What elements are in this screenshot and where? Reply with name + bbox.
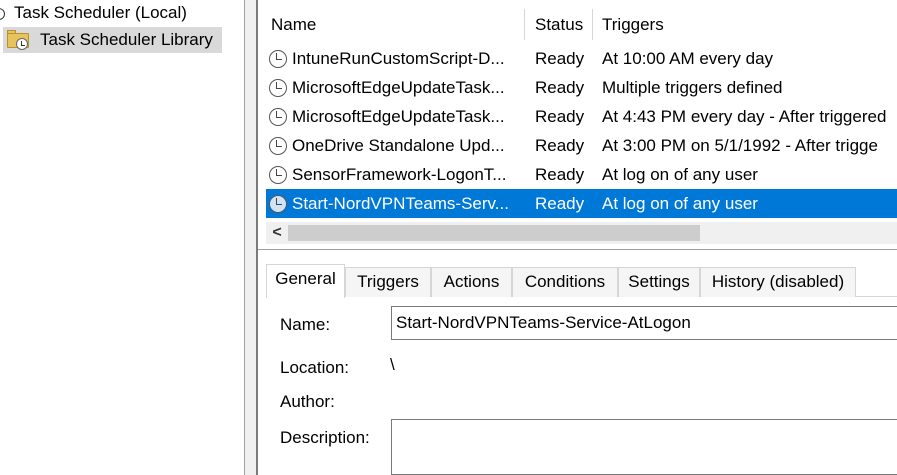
task-list-panel: Name Status Triggers IntuneRunCustomScri… <box>258 0 897 250</box>
task-triggers: At log on of any user <box>602 165 758 184</box>
task-clock-icon <box>269 194 287 213</box>
column-header-label: Status <box>535 14 584 34</box>
task-status: Ready <box>535 194 585 213</box>
author-label: Author: <box>280 392 335 411</box>
column-header-name[interactable]: Name <box>271 8 526 41</box>
location-value: \ <box>390 355 395 374</box>
task-row[interactable]: SensorFramework-LogonT... Ready At log o… <box>266 160 897 189</box>
column-divider[interactable] <box>592 9 593 40</box>
task-clock-icon <box>269 165 287 184</box>
task-details-panel: General Triggers Actions Conditions Sett… <box>258 251 897 475</box>
task-row[interactable]: MicrosoftEdgeUpdateTask... Ready At 4:43… <box>266 102 897 131</box>
tab-history[interactable]: History (disabled) <box>700 267 856 297</box>
column-header-triggers[interactable]: Triggers <box>602 8 892 41</box>
details-tab-bar: General Triggers Actions Conditions Sett… <box>266 264 897 298</box>
description-label: Description: <box>280 428 370 447</box>
tab-actions[interactable]: Actions <box>431 267 512 297</box>
task-row[interactable]: MicrosoftEdgeUpdateTask... Ready Multipl… <box>266 73 897 102</box>
task-clock-icon <box>269 49 287 68</box>
scroll-left-icon[interactable]: < <box>268 222 286 244</box>
tab-settings[interactable]: Settings <box>618 267 700 297</box>
task-triggers: At 3:00 PM on 5/1/1992 - After trigge <box>602 136 878 155</box>
tab-triggers[interactable]: Triggers <box>345 267 431 297</box>
tree-item-task-scheduler-library[interactable]: Task Scheduler Library <box>3 27 222 53</box>
horizontal-scrollbar[interactable]: < <box>266 222 897 244</box>
task-triggers: At log on of any user <box>602 194 758 213</box>
task-status: Ready <box>535 165 585 184</box>
task-status: Ready <box>535 78 585 97</box>
location-label: Location: <box>280 358 349 377</box>
tree-item-label: Task Scheduler (Local) <box>14 3 187 22</box>
column-header-label: Name <box>271 14 317 34</box>
task-row-selected[interactable]: Start-NordVPNTeams-Serv... Ready At log … <box>266 189 897 218</box>
tab-conditions[interactable]: Conditions <box>512 267 618 297</box>
column-header-status[interactable]: Status <box>535 8 591 41</box>
tree-item-task-scheduler-local[interactable]: Task Scheduler (Local) <box>0 0 187 26</box>
name-label: Name: <box>280 315 331 334</box>
column-divider[interactable] <box>524 9 525 40</box>
task-status: Ready <box>535 49 585 68</box>
task-name: OneDrive Standalone Upd... <box>292 136 505 155</box>
scheduler-folder-icon <box>6 29 32 51</box>
tree-expander-icon[interactable] <box>0 6 10 20</box>
task-status: Ready <box>535 136 585 155</box>
tree-item-label: Task Scheduler Library <box>40 30 213 49</box>
task-row[interactable]: OneDrive Standalone Upd... Ready At 3:00… <box>266 131 897 160</box>
task-name: IntuneRunCustomScript-D... <box>292 49 505 68</box>
task-name: Start-NordVPNTeams-Serv... <box>292 194 509 213</box>
task-clock-icon <box>269 136 287 155</box>
column-header-label: Triggers <box>602 14 664 34</box>
task-triggers: Multiple triggers defined <box>602 78 783 97</box>
description-field[interactable] <box>391 419 897 475</box>
task-row[interactable]: IntuneRunCustomScript-D... Ready At 10:0… <box>266 44 897 73</box>
tab-general[interactable]: General <box>266 264 345 298</box>
task-clock-icon <box>269 78 287 97</box>
task-name: SensorFramework-LogonT... <box>292 165 507 184</box>
task-name-field[interactable]: Start-NordVPNTeams-Service-AtLogon <box>391 306 897 340</box>
task-triggers: At 4:43 PM every day - After triggered <box>602 107 887 126</box>
scrollbar-thumb[interactable] <box>288 225 700 241</box>
task-name: MicrosoftEdgeUpdateTask... <box>292 78 505 97</box>
task-name: MicrosoftEdgeUpdateTask... <box>292 107 505 126</box>
navigation-tree: Task Scheduler (Local) Task Scheduler Li… <box>0 0 244 475</box>
task-triggers: At 10:00 AM every day <box>602 49 774 68</box>
task-status: Ready <box>535 107 585 126</box>
task-clock-icon <box>269 107 287 126</box>
